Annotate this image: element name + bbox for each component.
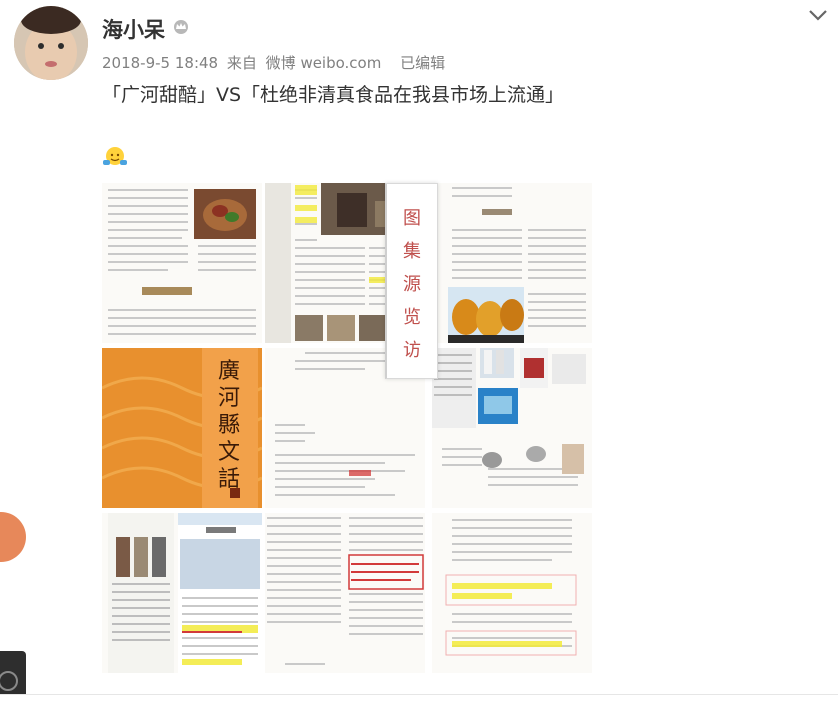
book-title-char: 河 <box>217 386 240 411</box>
post-text: 「广河甜醅」VS「杜绝非清真食品在我县市场上流通」 <box>102 84 565 106</box>
book-cover-title: 廣 河 縣 文 話 <box>214 358 244 493</box>
shrug-emoji-icon <box>103 147 127 165</box>
book-title-char: 話 <box>217 467 240 492</box>
crown-icon <box>174 20 188 34</box>
image-thumbnail-3[interactable] <box>432 183 592 343</box>
floating-side-button[interactable] <box>0 512 26 562</box>
source-prefix: 来自 <box>226 54 257 72</box>
image-grid: 廣 河 縣 文 話 <box>102 183 592 675</box>
book-title-char: 縣 <box>217 413 240 438</box>
edited-label: 已编辑 <box>400 54 446 72</box>
post-action-bar <box>0 694 838 711</box>
image-thumbnail-7[interactable] <box>102 513 262 673</box>
image-thumbnail-6[interactable] <box>432 348 592 508</box>
post-source[interactable]: 微博 weibo.com <box>266 54 382 72</box>
username[interactable]: 海小呆 <box>102 14 165 44</box>
viewer-char-4: 览 <box>403 307 421 328</box>
chevron-down-icon[interactable] <box>808 8 828 22</box>
viewer-char-3: 源 <box>403 274 421 295</box>
image-thumbnail-1[interactable] <box>102 183 262 343</box>
image-thumbnail-9[interactable] <box>432 513 592 673</box>
image-thumbnail-8[interactable] <box>265 513 425 673</box>
post-date[interactable]: 2018-9-5 18:48 <box>102 54 218 72</box>
image-thumbnail-4-book-cover[interactable]: 廣 河 縣 文 話 <box>102 348 262 508</box>
image-viewer-panel[interactable]: 图 集 源 览 访 <box>385 183 438 379</box>
avatar[interactable] <box>14 6 88 80</box>
viewer-char-1: 图 <box>403 208 421 229</box>
viewer-char-2: 集 <box>403 241 421 262</box>
viewer-char-5: 访 <box>403 340 421 361</box>
post-meta: 2018-9-5 18:48 来自 微博 weibo.com 已编辑 <box>102 52 449 73</box>
book-title-char: 廣 <box>217 359 240 384</box>
book-title-char: 文 <box>217 440 240 465</box>
